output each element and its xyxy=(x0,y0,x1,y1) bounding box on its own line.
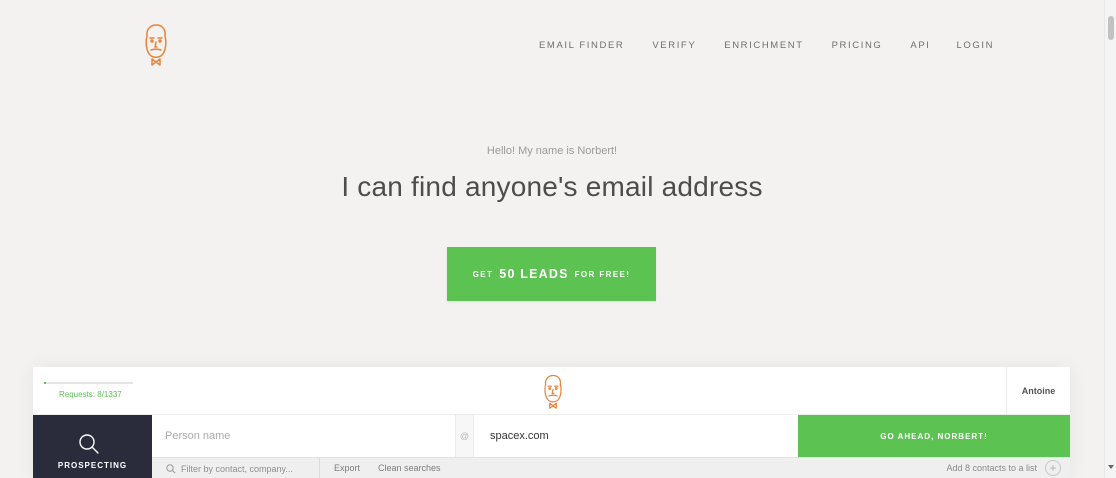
domain-input[interactable] xyxy=(474,415,798,457)
at-separator: @ xyxy=(456,415,474,457)
cta-suffix: FOR FREE! xyxy=(574,269,631,279)
page-scrollbar[interactable] xyxy=(1104,0,1116,478)
user-menu[interactable]: Antoine xyxy=(1006,367,1070,415)
get-free-leads-button[interactable]: GET 50 LEADS FOR FREE! xyxy=(447,247,656,301)
filter-placeholder: Filter by contact, company... xyxy=(181,463,293,474)
nav-enrichment[interactable]: ENRICHMENT xyxy=(724,40,803,51)
search-icon xyxy=(166,463,176,474)
requests-progress-fill xyxy=(44,382,46,384)
cta-highlight: 50 LEADS xyxy=(499,267,569,281)
top-nav: EMAIL FINDER VERIFY ENRICHMENT PRICING A… xyxy=(539,40,994,51)
sidebar-item-prospecting[interactable]: PROSPECTING xyxy=(33,415,152,478)
search-icon xyxy=(79,434,99,454)
nav-api[interactable]: API xyxy=(910,40,930,51)
filter-input[interactable]: Filter by contact, company... xyxy=(152,458,320,478)
scrollbar-thumb[interactable] xyxy=(1108,16,1114,40)
user-name: Antoine xyxy=(1021,386,1056,396)
clean-searches-button[interactable]: Clean searches xyxy=(378,463,441,473)
go-ahead-button[interactable]: GO AHEAD, NORBERT! xyxy=(798,415,1070,457)
add-contacts-label: Add 8 contacts to a list xyxy=(946,463,1037,473)
norbert-logo-icon[interactable] xyxy=(138,22,174,66)
sidebar-item-label: PROSPECTING xyxy=(57,461,128,470)
nav-pricing[interactable]: PRICING xyxy=(832,40,883,51)
hero-headline: I can find anyone's email address xyxy=(341,171,763,202)
requests-progress-bar xyxy=(44,382,133,384)
app-header: Requests: 8/1337 Antoine xyxy=(33,367,1070,415)
nav-email-finder[interactable]: EMAIL FINDER xyxy=(539,40,624,51)
search-row: @ GO AHEAD, NORBERT! xyxy=(152,415,1070,457)
cta-prefix: GET xyxy=(472,269,494,279)
hero-greeting: Hello! My name is Norbert! xyxy=(486,145,618,157)
scroll-down-arrow-icon[interactable] xyxy=(1108,465,1114,469)
plus-circle-icon: + xyxy=(1045,460,1061,476)
app-preview: Requests: 8/1337 Antoine PROSPECTING Per… xyxy=(33,367,1070,478)
results-toolbar: Filter by contact, company... Export Cle… xyxy=(152,457,1070,478)
nav-login[interactable]: LOGIN xyxy=(957,40,995,51)
nav-verify[interactable]: VERIFY xyxy=(652,40,696,51)
norbert-logo-icon xyxy=(544,374,562,409)
export-button[interactable]: Export xyxy=(334,463,360,473)
person-name-input[interactable] xyxy=(152,415,456,457)
add-contacts-to-list-button[interactable]: Add 8 contacts to a list + xyxy=(946,460,1061,476)
requests-counter: Requests: 8/1337 xyxy=(59,390,122,399)
